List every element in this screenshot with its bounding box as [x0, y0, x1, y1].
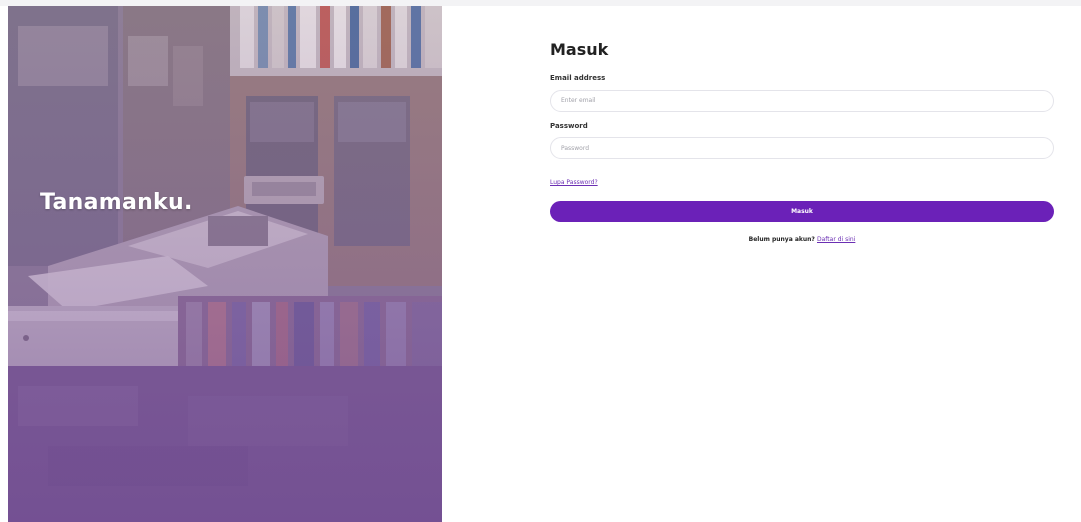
hero-panel: Tanamanku.: [8, 6, 442, 522]
signup-link[interactable]: Daftar di sini: [817, 236, 855, 243]
password-label: Password: [550, 121, 588, 130]
signup-row: Belum punya akun? Daftar di sini: [550, 236, 1054, 243]
forgot-password-link[interactable]: Lupa Password?: [550, 178, 598, 187]
password-field[interactable]: [550, 137, 1054, 159]
form-title: Masuk: [550, 40, 609, 59]
brand-title: Tanamanku.: [40, 190, 193, 215]
hero-overlay: [8, 6, 442, 522]
email-field[interactable]: [550, 89, 1054, 112]
email-label: Email address: [550, 74, 606, 82]
login-page: Tanamanku. Masuk Email address Password …: [0, 0, 1081, 522]
login-form: Masuk Email address Password Lupa Passwo…: [550, 40, 1054, 243]
no-account-text: Belum punya akun?: [748, 236, 817, 243]
login-button[interactable]: Masuk: [550, 201, 1054, 222]
